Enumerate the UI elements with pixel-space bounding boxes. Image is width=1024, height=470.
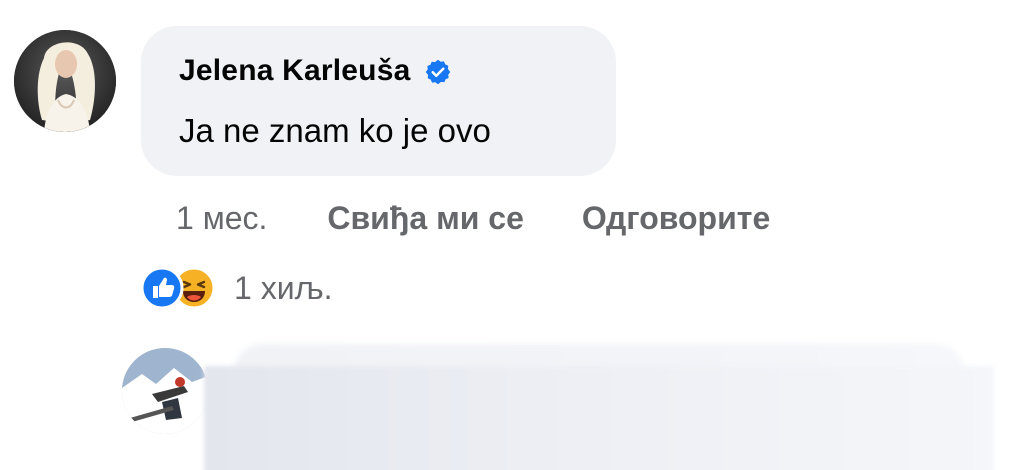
comment-bubble: Jelena Karleuša Ja ne znam ko je ovo [141,26,616,176]
verified-badge-icon [424,58,452,86]
profile-photo-icon [14,30,116,132]
profile-photo-icon [122,348,208,434]
author-row: Jelena Karleuša [179,54,452,88]
avatar[interactable] [14,30,116,132]
reaction-count: 1 хиљ. [234,269,333,306]
comment-thread: Jelena Karleuša Ja ne znam ko je ovo 1 м… [0,0,1024,470]
comment-text: Ja ne znam ko je ovo [179,112,491,149]
reply-button[interactable]: Одговорите [582,200,770,237]
author-name[interactable]: Jelena Karleuša [179,54,410,88]
reactions-summary[interactable]: 1 хиљ. [140,266,332,310]
like-reaction-icon [140,266,184,310]
reply-avatar[interactable] [122,348,208,434]
comment-timestamp[interactable]: 1 мес. [176,200,267,237]
like-button[interactable]: Свиђа ми се [327,200,524,237]
reply-bubble-blurred [204,366,994,470]
comment-actions: 1 мес. Свиђа ми се Одговорите [176,200,770,237]
